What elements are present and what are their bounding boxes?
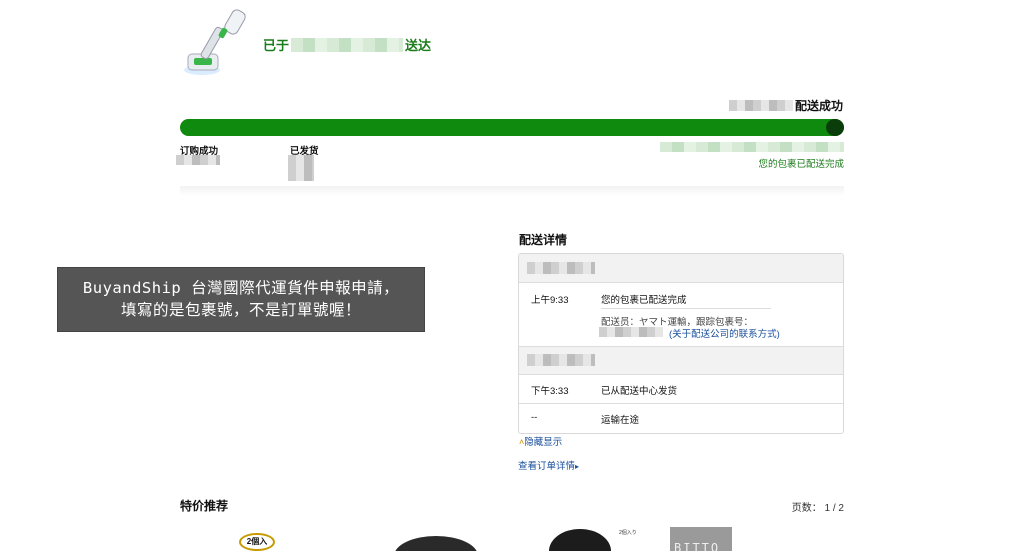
- redacted-order-date: [176, 155, 220, 165]
- redacted-delivered-info: [660, 142, 844, 152]
- event-description: 您的包裹已配送完成: [601, 295, 687, 306]
- product-thumbnail[interactable]: [180, 6, 252, 78]
- redacted-date: [527, 354, 595, 366]
- tracking-event: -- 运输在途: [519, 404, 843, 433]
- product-image[interactable]: [394, 536, 478, 551]
- redacted-delivery-date: [291, 37, 404, 52]
- product-image[interactable]: BITTO: [670, 527, 732, 551]
- tracking-event: 上午9:33 您的包裹已配送完成 配送员：ヤマト運輸，跟踪包裹号： (关于配送公…: [519, 283, 843, 347]
- order-details-label: 查看订单详情: [518, 461, 576, 472]
- redacted-ship-date: [288, 155, 314, 181]
- event-time: --: [531, 412, 538, 423]
- delivered-status: 配送成功: [728, 97, 843, 114]
- hide-details-toggle[interactable]: ˄隐藏显示: [519, 434, 562, 448]
- recommendations-title: 特价推荐: [180, 499, 229, 513]
- date-header-1: [519, 254, 843, 283]
- tracking-event: 下午3:33 已从配送中心发货: [519, 375, 843, 404]
- section-divider: [180, 186, 844, 196]
- progress-end-marker: [826, 119, 844, 136]
- step-delivered-label: 您的包裹已配送完成: [758, 159, 844, 170]
- event-separator: [601, 308, 771, 309]
- arrival-suffix: 送达: [405, 38, 432, 53]
- courier-contact-link[interactable]: (关于配送公司的联系方式): [669, 326, 780, 340]
- annotation-note: BuyandShip 台灣國際代運貨件申報申請， 填寫的是包裹號，不是訂單號喔！: [57, 267, 425, 332]
- redacted-delivery-time: [728, 100, 793, 111]
- arrival-prefix: 已于: [263, 38, 290, 53]
- redacted-tracking-number: [599, 327, 663, 337]
- event-description: 运输在途: [601, 415, 640, 426]
- product-image[interactable]: [549, 529, 611, 551]
- product-tag: 2個入り: [619, 530, 637, 536]
- event-time: 下午3:33: [531, 386, 569, 397]
- arrival-title: 已于 送达: [263, 35, 431, 54]
- product-badge[interactable]: 2個入: [239, 533, 275, 551]
- view-order-details-link[interactable]: 查看订单详情▸: [518, 458, 579, 472]
- delivery-details-panel: 上午9:33 您的包裹已配送完成 配送员：ヤマト運輸，跟踪包裹号： (关于配送公…: [518, 253, 844, 434]
- event-description: 已从配送中心发货: [601, 386, 678, 397]
- annotation-line-2: 填寫的是包裹號，不是訂單號喔！: [120, 301, 361, 319]
- redacted-date: [527, 262, 595, 274]
- chevron-right-icon: ▸: [575, 462, 580, 471]
- delivered-label: 配送成功: [794, 99, 843, 113]
- delivery-details-title: 配送详情: [519, 233, 568, 247]
- event-time: 上午9:33: [531, 295, 569, 306]
- annotation-line-1: BuyandShip 台灣國際代運貨件申報申請，: [82, 279, 400, 297]
- hide-details-label: 隐藏显示: [524, 437, 563, 448]
- recommendations-pagination[interactable]: 页数： 1 / 2: [792, 499, 844, 514]
- date-header-2: [519, 347, 843, 375]
- progress-bar: [180, 119, 844, 136]
